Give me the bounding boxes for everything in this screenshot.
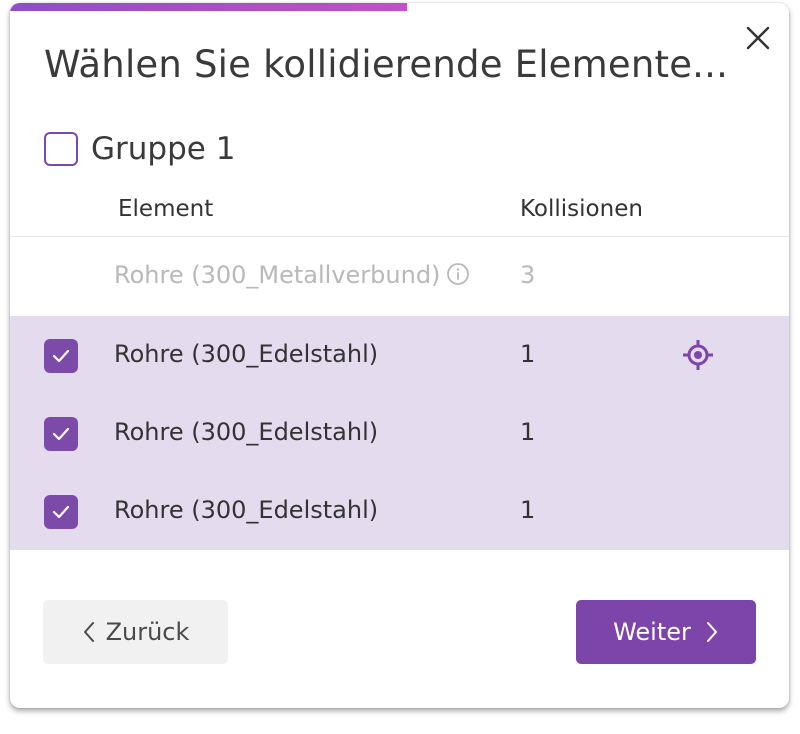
table-row: Rohre (300_Metallverbund) 3 bbox=[10, 237, 789, 315]
row-collision-count: 1 bbox=[520, 340, 536, 368]
row-element-text: Rohre (300_Metallverbund) bbox=[114, 261, 441, 289]
row-collision-count: 1 bbox=[520, 418, 536, 446]
checkmark-icon bbox=[52, 427, 70, 441]
checkmark-icon bbox=[52, 505, 70, 519]
progress-bar-fill bbox=[10, 3, 408, 11]
info-icon[interactable] bbox=[446, 262, 470, 286]
row-checkbox[interactable] bbox=[44, 495, 78, 529]
progress-bar bbox=[10, 3, 789, 11]
close-icon[interactable] bbox=[743, 23, 773, 53]
row-element-name: Rohre (300_Edelstahl) bbox=[114, 496, 379, 524]
row-collision-count: 3 bbox=[520, 261, 536, 289]
row-collision-count: 1 bbox=[520, 496, 536, 524]
group-checkbox[interactable] bbox=[44, 132, 78, 166]
dialog-title: Wählen Sie kollidierende Elemente... bbox=[44, 43, 729, 86]
group-label: Gruppe 1 bbox=[91, 131, 236, 167]
table-row[interactable]: Rohre (300_Edelstahl) 1 bbox=[10, 472, 789, 550]
group-row[interactable]: Gruppe 1 bbox=[44, 131, 235, 167]
row-element-name: Rohre (300_Edelstahl) bbox=[114, 418, 379, 446]
row-checkbox[interactable] bbox=[44, 339, 78, 373]
locate-icon[interactable] bbox=[682, 339, 714, 371]
table-row[interactable]: Rohre (300_Edelstahl) 1 bbox=[10, 394, 789, 472]
back-button[interactable]: Zurück bbox=[43, 600, 228, 664]
checkmark-icon bbox=[52, 349, 70, 363]
column-header-element: Element bbox=[118, 196, 214, 222]
next-button[interactable]: Weiter bbox=[576, 600, 756, 664]
row-element-name: Rohre (300_Edelstahl) bbox=[114, 340, 379, 368]
next-button-label: Weiter bbox=[613, 618, 691, 646]
back-button-label: Zurück bbox=[105, 618, 190, 646]
column-header-collisions: Kollisionen bbox=[520, 196, 643, 222]
dialog: Wählen Sie kollidierende Elemente... Gru… bbox=[10, 3, 789, 708]
chevron-left-icon bbox=[83, 622, 94, 642]
table-row[interactable]: Rohre (300_Edelstahl) 1 bbox=[10, 316, 789, 394]
row-checkbox[interactable] bbox=[44, 417, 78, 451]
row-element-name: Rohre (300_Metallverbund) bbox=[114, 261, 470, 289]
chevron-right-icon bbox=[706, 622, 717, 642]
